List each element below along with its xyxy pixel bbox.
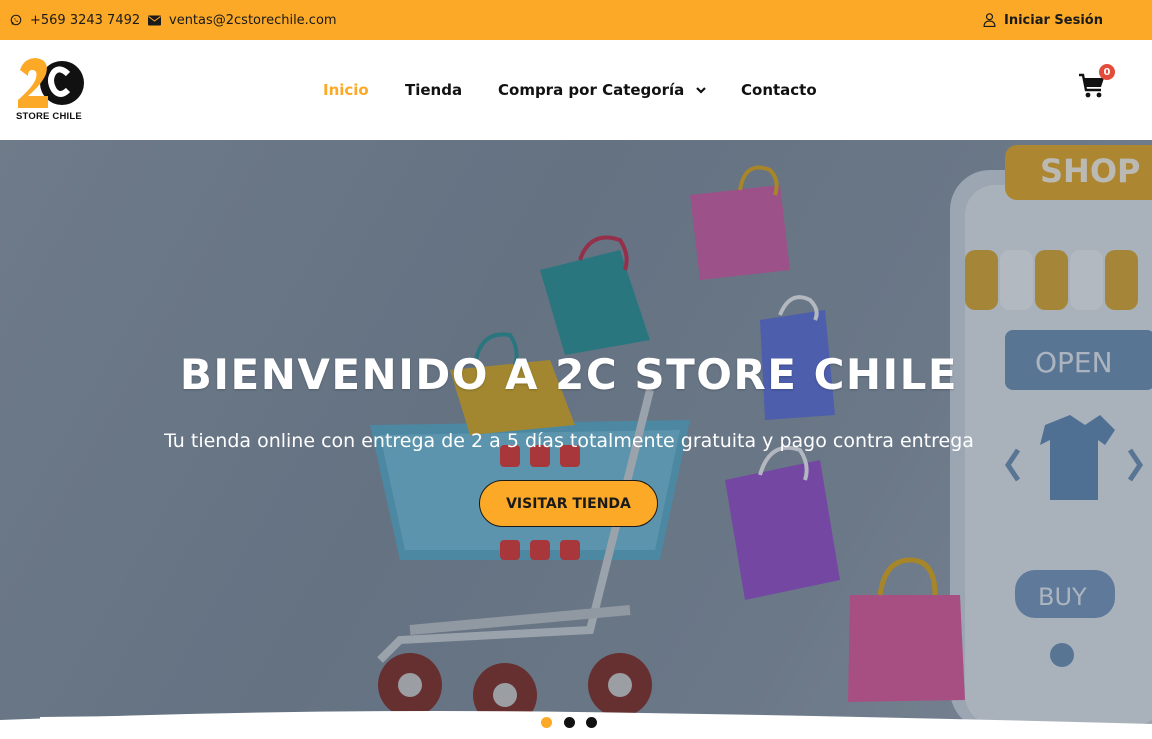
- hero-title: BIENVENIDO A 2C STORE CHILE: [179, 350, 959, 399]
- slide-dot-1[interactable]: [541, 717, 552, 728]
- chevron-down-icon: [696, 86, 707, 94]
- nav-categorias-label: Compra por Categoría: [498, 81, 685, 99]
- nav-inicio[interactable]: Inicio: [323, 40, 369, 140]
- slide-dot-2[interactable]: [564, 717, 575, 728]
- login-label: Iniciar Sesión: [1004, 12, 1103, 28]
- site-logo[interactable]: STORE CHILE: [16, 56, 88, 126]
- email-contact[interactable]: ventas@2cstorechile.com: [148, 0, 337, 40]
- logo-mark: [18, 58, 84, 108]
- login-link[interactable]: Iniciar Sesión: [983, 0, 1103, 40]
- phone-number: +569 3243 7492: [30, 12, 141, 28]
- top-bar: +569 3243 7492 ventas@2cstorechile.com I…: [0, 0, 1152, 40]
- nav-tienda[interactable]: Tienda: [405, 40, 462, 140]
- whatsapp-icon: [10, 14, 22, 26]
- envelope-icon: [148, 15, 161, 25]
- cart-button[interactable]: 0: [1078, 64, 1115, 105]
- nav-contacto[interactable]: Contacto: [741, 40, 817, 140]
- visit-store-button[interactable]: VISITAR TIENDA: [479, 480, 658, 527]
- user-icon: [983, 13, 996, 27]
- slide-dot-3[interactable]: [586, 717, 597, 728]
- nav-categorias[interactable]: Compra por Categoría: [498, 40, 707, 140]
- hero-slider: SHOP OPEN BUY BIENVENIDO A 2C STORE CHIL…: [0, 140, 1152, 739]
- email-address: ventas@2cstorechile.com: [169, 12, 337, 28]
- phone-contact[interactable]: +569 3243 7492: [10, 0, 140, 40]
- hero-subtitle: Tu tienda online con entrega de 2 a 5 dí…: [164, 430, 974, 452]
- logo-text: STORE CHILE: [16, 111, 82, 122]
- slider-pagination: [541, 717, 601, 729]
- site-header: STORE CHILE Inicio Tienda Compra por Cat…: [0, 40, 1152, 140]
- cart-count-badge: 0: [1099, 64, 1115, 80]
